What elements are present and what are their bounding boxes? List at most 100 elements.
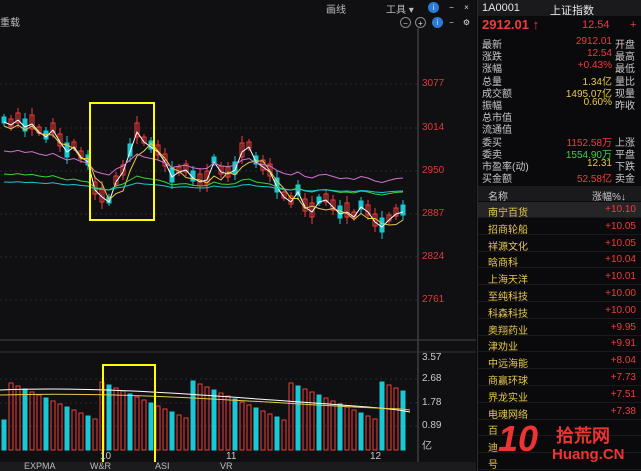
quote-value: 12.54	[586, 48, 612, 60]
candle-body	[400, 204, 406, 216]
list-item[interactable]: 南宁百货 +10.10	[478, 202, 641, 219]
volume-bar	[400, 390, 406, 451]
list-item[interactable]: 科森科技 +10.00	[478, 303, 641, 320]
col-name[interactable]: 名称	[488, 188, 508, 203]
volume-bar	[127, 393, 133, 451]
quote-label2: 卖金	[615, 174, 635, 186]
volume-bar	[344, 406, 350, 451]
list-item[interactable]: 上海天洋 +10.01	[478, 269, 641, 287]
price-value: 2912.01	[482, 17, 529, 32]
volume-bar	[190, 380, 196, 451]
tab-asi[interactable]: ASI	[155, 462, 170, 471]
volume-bar	[64, 406, 70, 451]
stock-name: 津劝业	[488, 342, 518, 354]
volume-bar	[204, 386, 210, 451]
quote-value: 52.58亿	[576, 174, 612, 186]
volume-bar	[274, 416, 280, 451]
volume-bar	[337, 403, 343, 451]
stock-pct: +10.05	[605, 237, 636, 249]
volume-bar	[225, 395, 231, 451]
candlestick-chart	[0, 28, 476, 466]
stock-name: 上海天洋	[488, 275, 528, 287]
list-item[interactable]: 津劝业 +9.91	[478, 336, 641, 354]
price-tick: 3077	[422, 78, 445, 89]
list-item[interactable]: 中远海能 +8.04	[478, 353, 641, 371]
price-tick: 2761	[422, 294, 445, 305]
volume-tick: 0.89	[422, 420, 442, 431]
list-item[interactable]: 晗商科 +10.04	[478, 252, 641, 269]
ma-line	[3, 119, 404, 228]
volume-tick: 1.78	[422, 397, 442, 408]
tab-wr[interactable]: W&R	[90, 462, 111, 471]
quote-row: 委卖 1554.90万 平盘	[478, 146, 641, 161]
stock-name: 南宁百货	[488, 208, 528, 219]
stock-name: 中远海能	[488, 359, 528, 371]
volume-tick: 2.68	[422, 373, 442, 384]
list-header: 名称 涨幅%↓	[478, 186, 641, 203]
date-tick: 12	[370, 451, 382, 462]
list-item[interactable]: 界龙实业 +7.51	[478, 387, 641, 404]
volume-bar	[113, 387, 119, 451]
volume-bar	[148, 402, 154, 451]
list-item[interactable]: 商赢环球 +7.73	[478, 370, 641, 387]
quote-header: 1A0001 上证指数	[478, 0, 641, 17]
watermark-number: 10	[498, 418, 539, 459]
price-change-pct: +	[630, 19, 637, 31]
volume-bar	[372, 418, 378, 451]
stock-name: 招商轮船	[488, 224, 528, 236]
stock-pct: +10.01	[605, 271, 636, 283]
list-item[interactable]: 祥源文化 +10.05	[478, 236, 641, 253]
list-item[interactable]: 至纯科技 +10.00	[478, 286, 641, 303]
quote-value: +0.43%	[577, 60, 612, 72]
quote-row: 总量 1.34亿 量比	[478, 73, 641, 88]
quote-row: 涨跌 12.54 最高	[478, 48, 641, 63]
quote-row: 总市值	[478, 109, 641, 124]
volume-bar	[1, 419, 7, 451]
ma-line	[3, 124, 404, 226]
current-price: 2912.01 ↑	[482, 17, 539, 32]
col-pct[interactable]: 涨幅%↓	[592, 188, 626, 203]
tab-vr[interactable]: VR	[220, 462, 233, 471]
quote-value: 2912.01	[575, 36, 612, 47]
volume-bar	[386, 384, 392, 451]
volume-bar	[253, 407, 259, 451]
volume-bar	[365, 415, 371, 451]
volume-bar	[183, 417, 189, 451]
stock-pct: +10.00	[605, 288, 636, 299]
price-change: 12.54	[582, 19, 610, 31]
candle-body	[127, 143, 133, 157]
stock-pct: +9.95	[610, 321, 636, 333]
list-item[interactable]: 奥翔药业 +9.95	[478, 320, 641, 337]
volume-bar	[71, 409, 77, 451]
price-tick: 2824	[422, 251, 445, 262]
indicator-tabs: EXPMA W&R ASI VR	[0, 462, 476, 471]
volume-bar	[232, 398, 238, 451]
quote-value: 12.31	[586, 158, 612, 169]
watermark-text: 拾荒网	[556, 426, 610, 446]
stock-name: 商赢环球	[488, 376, 528, 387]
volume-bar	[197, 383, 203, 451]
volume-tick: 亿	[422, 441, 432, 452]
volume-bar	[295, 385, 301, 451]
kline-chart-area[interactable]: 画线 工具 ▾ i − × 重载 − + i − ⚙ 3077 3014 2950 2…	[0, 0, 476, 471]
price-tick: 2887	[422, 208, 445, 219]
quote-row: 买金额 52.58亿 卖金	[478, 170, 641, 186]
quote-value: 0.60%	[583, 97, 612, 108]
list-item[interactable]: 招商轮船 +10.05	[478, 219, 641, 236]
volume-bar	[120, 390, 126, 451]
quote-label: 买金额	[482, 174, 512, 186]
stock-code: 1A0001	[482, 2, 520, 14]
tab-expma[interactable]: EXPMA	[24, 462, 56, 471]
date-tick: 10	[100, 451, 112, 462]
up-arrow-icon: ↑	[532, 17, 540, 32]
volume-bar	[309, 391, 315, 451]
quote-row: 最新 2912.01 开盘	[478, 36, 641, 51]
quote-row: 流通值	[478, 121, 641, 136]
volume-bar	[162, 408, 168, 451]
quote-row: 成交额 1495.07亿 现量	[478, 85, 641, 100]
volume-bar	[43, 397, 49, 451]
quote-row: 委买 1152.58万 上涨	[478, 134, 641, 149]
stock-name: 上证指数	[550, 5, 594, 17]
stock-pct: +7.73	[610, 372, 636, 383]
stock-pct: +7.51	[610, 388, 636, 400]
